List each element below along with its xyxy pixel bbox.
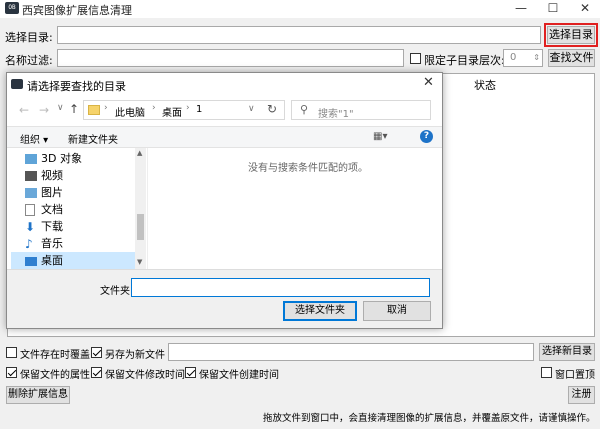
tree-item-documents[interactable]: 文档: [25, 201, 135, 219]
address-dropdown-icon[interactable]: ∨: [248, 104, 255, 114]
name-filter-input[interactable]: [57, 49, 404, 67]
keep-attributes-checkbox[interactable]: [6, 367, 17, 378]
keep-mtime-label: 保留文件修改时间: [105, 370, 185, 381]
select-folder-dialog: 请选择要查找的目录 ✕ ← → ∨ ↑ › 此电脑 › 桌面 › 1 ∨ ↻ ⚲…: [6, 72, 443, 329]
new-folder-button[interactable]: 新建文件夹: [68, 131, 118, 146]
folder-input[interactable]: [131, 278, 430, 297]
search-placeholder: 搜索"1": [318, 109, 354, 120]
cancel-button[interactable]: 取消: [363, 301, 431, 321]
select-dir-button[interactable]: 选择目录: [544, 23, 598, 47]
3d-objects-icon: [25, 154, 37, 164]
select-new-dir-button[interactable]: 选择新目录: [539, 343, 595, 361]
dir-input[interactable]: [57, 26, 541, 44]
search-box[interactable]: ⚲ 搜索"1": [291, 100, 431, 120]
organize-menu[interactable]: 组织 ▾: [20, 131, 48, 146]
topmost-label: 窗口置顶: [555, 370, 595, 381]
dialog-close-icon[interactable]: ✕: [423, 75, 434, 90]
folder-label: 文件夹:: [100, 286, 134, 297]
address-bar[interactable]: › 此电脑 › 桌面 › 1 ∨ ↻: [83, 100, 285, 120]
search-icon: ⚲: [300, 103, 309, 116]
breadcrumb-desktop[interactable]: 桌面: [162, 104, 182, 119]
refresh-icon[interactable]: ↻: [267, 102, 277, 116]
help-icon[interactable]: ?: [420, 130, 433, 143]
topmost-checkbox[interactable]: [541, 367, 552, 378]
dialog-app-icon: [11, 79, 23, 89]
nav-tree: 3D 对象 视频 图片 文档 ⬇ 下载 ♪ 音乐 桌面: [7, 148, 147, 270]
status-column-header[interactable]: 状态: [474, 77, 496, 93]
desktop-icon: [25, 256, 37, 266]
keep-ctime-label: 保留文件创建时间: [199, 370, 279, 381]
register-button[interactable]: 注册: [568, 386, 595, 404]
documents-icon: [25, 204, 35, 216]
name-filter-label: 名称过滤:: [5, 54, 53, 67]
recent-dropdown-icon[interactable]: ∨: [57, 103, 64, 113]
video-icon: [25, 171, 37, 181]
pictures-icon: [25, 188, 37, 198]
dir-label: 选择目录:: [5, 31, 53, 44]
forward-arrow-icon[interactable]: →: [39, 103, 49, 117]
depth-value: 0: [510, 52, 517, 63]
music-icon: ♪: [25, 237, 33, 251]
window-title: 西宾图像扩展信息清理: [22, 4, 132, 17]
dialog-title: 请选择要查找的目录: [27, 80, 126, 93]
breadcrumb-separator-icon: ›: [104, 103, 108, 113]
maximize-button[interactable]: ☐: [538, 0, 568, 18]
view-options-icon[interactable]: ▦▾: [373, 131, 387, 142]
scroll-thumb[interactable]: [137, 214, 144, 240]
delete-ext-info-button[interactable]: 删除扩展信息: [6, 386, 70, 404]
new-dir-input[interactable]: [168, 343, 534, 361]
empty-message: 没有与搜索条件匹配的项。: [248, 163, 368, 174]
save-as-checkbox[interactable]: [91, 347, 102, 358]
tree-item-desktop[interactable]: 桌面: [11, 252, 135, 270]
keep-attributes-label: 保留文件的属性: [20, 370, 90, 381]
find-files-button[interactable]: 查找文件: [548, 49, 595, 67]
breadcrumb-separator-icon: ›: [186, 103, 190, 113]
up-arrow-icon[interactable]: ↑: [69, 102, 79, 116]
tree-item-3d-objects[interactable]: 3D 对象: [25, 150, 135, 168]
breadcrumb-folder-1[interactable]: 1: [196, 104, 202, 115]
dialog-footer: 文件夹: 选择文件夹 取消: [7, 269, 442, 328]
tree-item-downloads[interactable]: ⬇ 下载: [25, 218, 135, 236]
scroll-up-icon[interactable]: ▲: [137, 149, 142, 157]
app-icon: OB: [5, 2, 19, 14]
file-view[interactable]: 没有与搜索条件匹配的项。: [147, 148, 442, 269]
close-button[interactable]: ✕: [570, 0, 600, 18]
keep-mtime-checkbox[interactable]: [91, 367, 102, 378]
depth-spinner[interactable]: 0 ⇕: [503, 49, 543, 67]
tree-item-video[interactable]: 视频: [25, 167, 135, 185]
dialog-toolbar: 组织 ▾ 新建文件夹 ▦▾ ?: [7, 126, 442, 148]
breadcrumb-separator-icon: ›: [152, 103, 156, 113]
folder-icon: [88, 105, 100, 115]
tree-item-pictures[interactable]: 图片: [25, 184, 135, 202]
save-as-label: 另存为新文件: [105, 350, 165, 361]
spinner-arrows-icon[interactable]: ⇕: [533, 50, 540, 66]
overwrite-label: 文件存在时覆盖: [20, 350, 90, 361]
download-icon: ⬇: [25, 220, 36, 234]
scroll-down-icon[interactable]: ▼: [137, 258, 142, 266]
back-arrow-icon[interactable]: ←: [19, 103, 29, 117]
limit-depth-checkbox[interactable]: [410, 53, 421, 64]
minimize-button[interactable]: —: [506, 0, 536, 18]
overwrite-checkbox[interactable]: [6, 347, 17, 358]
tree-item-music[interactable]: ♪ 音乐: [25, 235, 135, 253]
breadcrumb-this-pc[interactable]: 此电脑: [115, 104, 145, 119]
select-folder-button[interactable]: 选择文件夹: [283, 301, 357, 321]
keep-ctime-checkbox[interactable]: [185, 367, 196, 378]
limit-depth-label: 限定子目录层次:: [424, 54, 505, 67]
tree-scrollbar[interactable]: ▲ ▼: [135, 148, 146, 269]
drag-drop-hint: 拖放文件到窗口中，会直接清理图像的扩展信息，并覆盖原文件，请谨慎操作。: [263, 413, 596, 424]
